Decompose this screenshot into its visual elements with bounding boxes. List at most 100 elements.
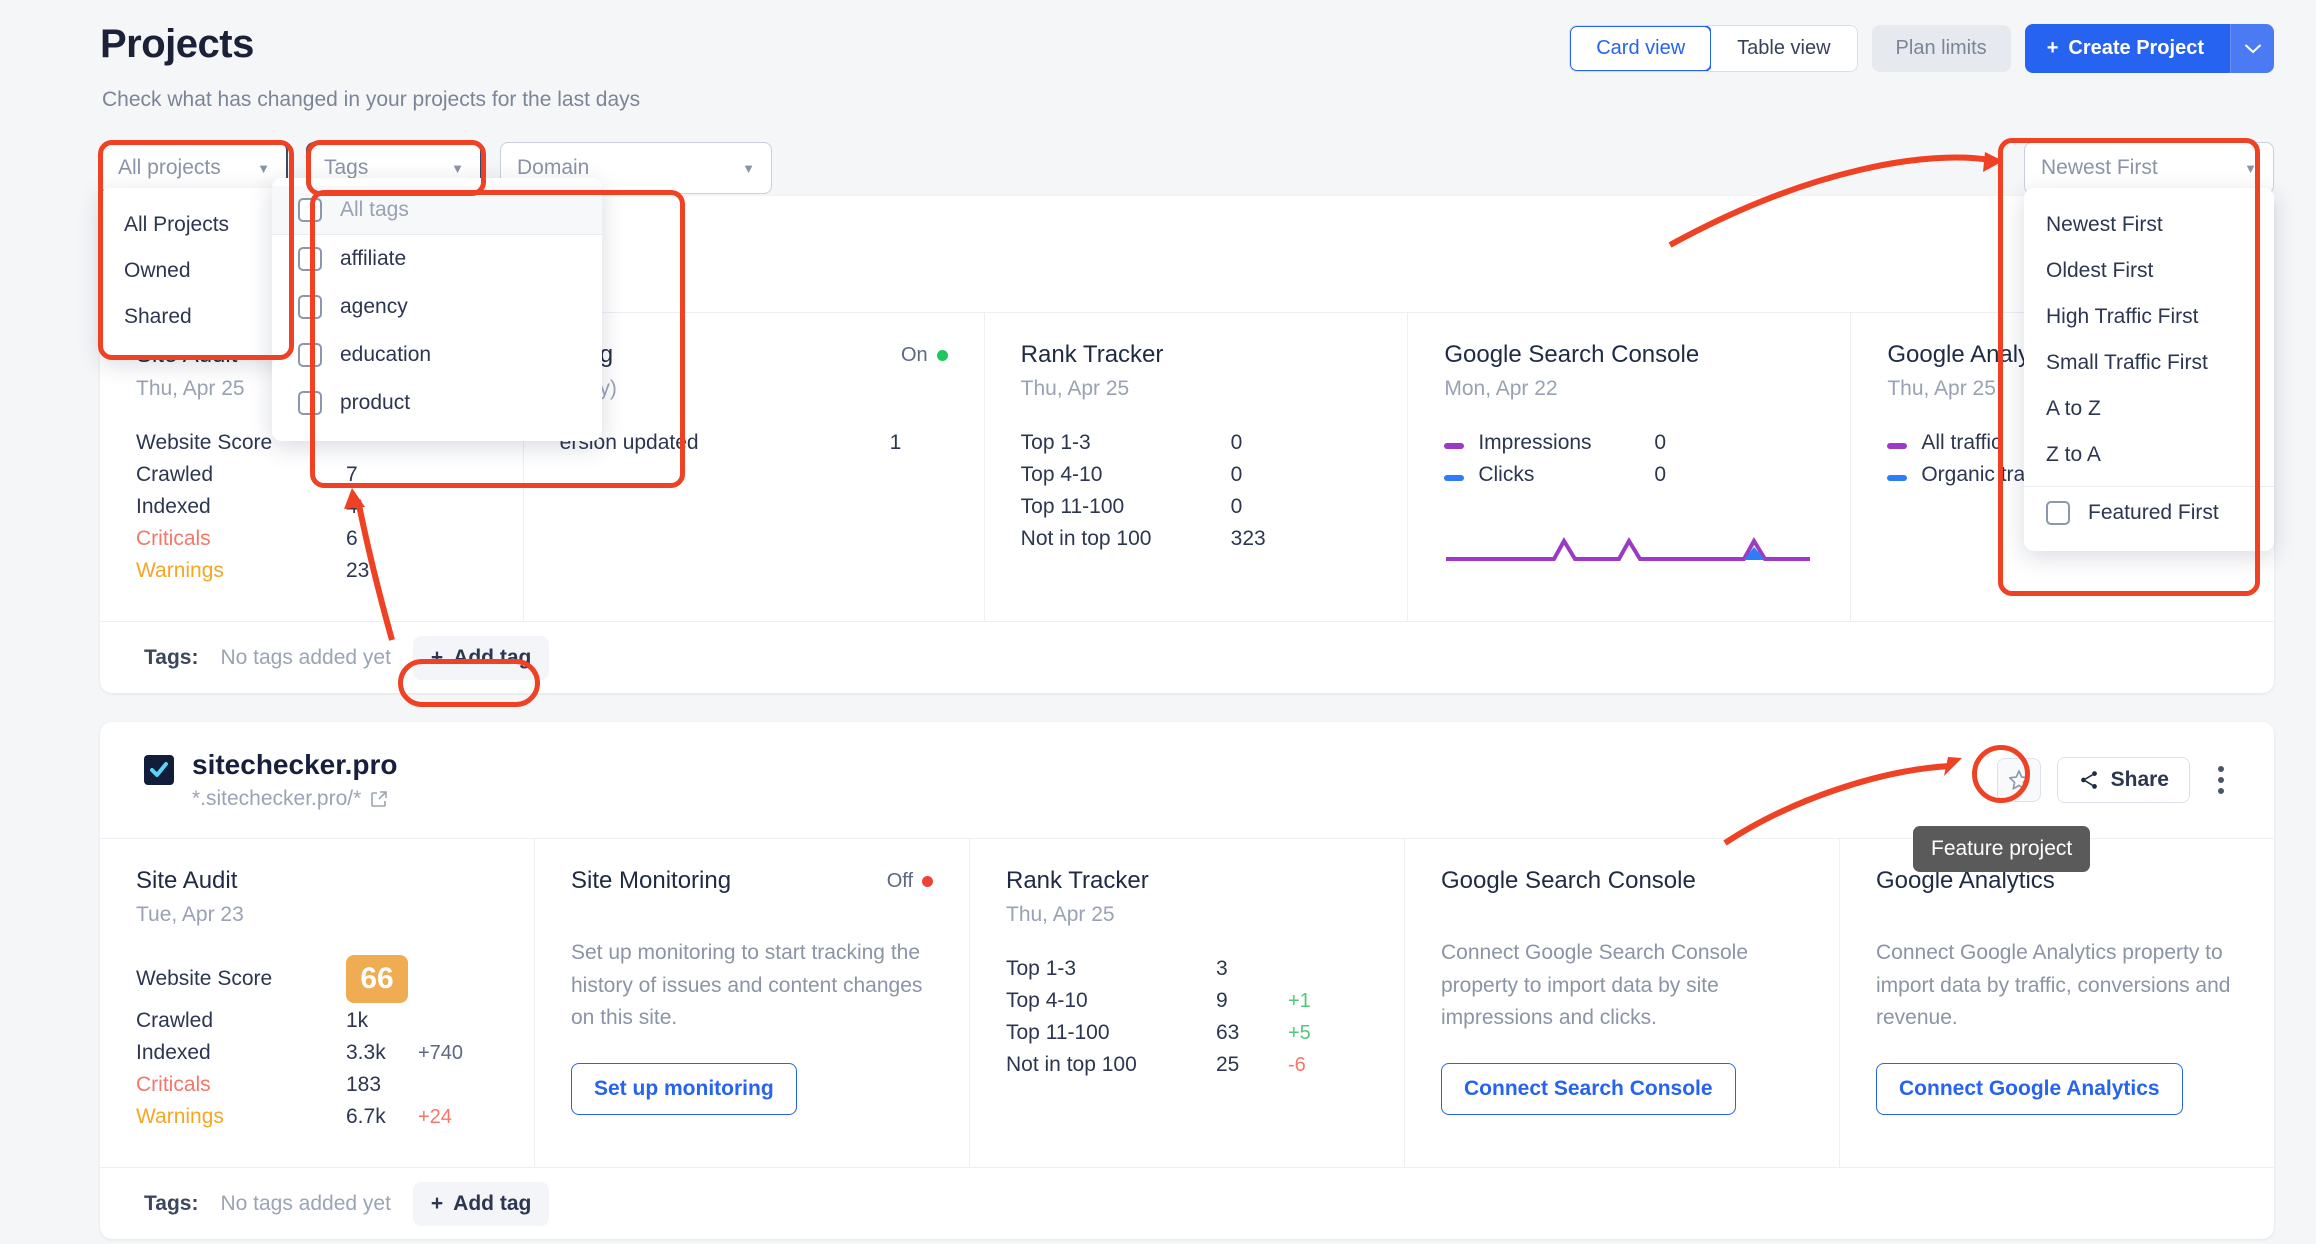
site-monitoring-head: oring On	[560, 341, 948, 369]
star-icon	[2008, 770, 2029, 790]
project-card-2-tags-row: Tags: No tags added yet + Add tag	[100, 1167, 2274, 1239]
indexed-value-2: 3.3k	[346, 1041, 386, 1064]
checkbox-icon[interactable]	[298, 391, 322, 415]
tag-label-product: product	[340, 391, 411, 414]
ga-description: Connect Google Analytics property to imp…	[1876, 941, 2231, 1030]
dropdown-item-shared[interactable]: Shared	[100, 294, 288, 340]
dropdown-item-agency[interactable]: agency	[272, 283, 602, 331]
setup-monitoring-button[interactable]: Set up monitoring	[571, 1062, 797, 1115]
checkbox-icon[interactable]	[298, 343, 322, 367]
checkbox-icon[interactable]	[2046, 501, 2070, 525]
dropdown-item-small-traffic-first[interactable]: Small Traffic First	[2024, 340, 2274, 386]
criticals-label-2: Criticals	[136, 1073, 211, 1096]
site-audit-rows-2: Website Score 66 Crawled 1k Indexed 3.3k…	[136, 953, 498, 1133]
checkbox-icon[interactable]	[298, 198, 322, 222]
create-project-group: + Create Project	[2024, 24, 2274, 73]
dropdown-item-affiliate[interactable]: affiliate	[272, 235, 602, 283]
checkbox-icon[interactable]	[298, 247, 322, 271]
dropdown-item-education[interactable]: education	[272, 331, 602, 379]
dropdown-item-z-to-a[interactable]: Z to A	[2024, 432, 2274, 478]
tab-card-view[interactable]: Card view	[1570, 26, 1713, 71]
create-project-label: Create Project	[2068, 37, 2204, 59]
share-label: Share	[2110, 768, 2169, 791]
criticals-value: 6	[346, 527, 358, 550]
project-url[interactable]: *.sitechecker.pro/*	[192, 787, 397, 811]
table-row: Indexed 3.3k +740	[136, 1037, 498, 1069]
clicks-label: Clicks	[1478, 463, 1535, 486]
all-tags-label: All tags	[340, 198, 409, 221]
no-tags-text-2: No tags added yet	[220, 1191, 391, 1215]
create-project-chevron-down-icon[interactable]	[2230, 24, 2274, 73]
checkmark-glyph	[150, 762, 168, 777]
table-row: Website Score 66	[136, 953, 498, 1005]
top-4-10-label-2: Top 4-10	[1006, 989, 1088, 1012]
warnings-delta: +24	[418, 1105, 452, 1128]
dropdown-item-featured-first[interactable]: Featured First	[2024, 491, 2274, 535]
top-1-3-value-2: 3	[1216, 957, 1228, 980]
indexed-label-2: Indexed	[136, 1041, 211, 1064]
website-score-label-2: Website Score	[136, 967, 273, 990]
dropdown-item-owned[interactable]: Owned	[100, 248, 288, 294]
dropdown-item-high-traffic-first[interactable]: High Traffic First	[2024, 294, 2274, 340]
rank-tracker-column-2: Rank Tracker Thu, Apr 25 Top 1-3 3 Top 4…	[970, 839, 1405, 1167]
chevron-down-icon: ▼	[2244, 160, 2257, 176]
crawled-value-2: 1k	[346, 1009, 369, 1032]
clicks-swatch-icon	[1444, 475, 1465, 481]
site-monitoring-rows: ersion updated 1	[560, 427, 948, 459]
tab-table-view[interactable]: Table view	[1711, 26, 1857, 71]
checkbox-icon[interactable]	[298, 295, 322, 319]
table-row: Not in top 100 323	[1021, 523, 1372, 555]
view-toggle: Card view Table view	[1569, 25, 1858, 72]
plus-icon: +	[430, 1191, 444, 1215]
dropdown-item-oldest-first[interactable]: Oldest First	[2024, 248, 2274, 294]
projects-filter-dropdown: All Projects Owned Shared	[100, 188, 288, 358]
add-tag-button-1[interactable]: + Add tag	[412, 635, 550, 680]
table-row: Warnings 23	[136, 555, 487, 587]
google-analytics-column-2: Google Analytics Connect Google Analytic…	[1840, 839, 2274, 1167]
site-monitoring-head-2: Site Monitoring Off	[571, 867, 933, 895]
connect-google-analytics-button[interactable]: Connect Google Analytics	[1876, 1062, 2183, 1115]
indexed-label: Indexed	[136, 495, 211, 518]
project-identity: sitechecker.pro *.sitechecker.pro/*	[144, 749, 397, 811]
gsc-date: Mon, Apr 22	[1444, 377, 1558, 400]
version-updated-label: ersion updated	[559, 431, 699, 454]
rank-tracker-title: Rank Tracker	[1020, 341, 1164, 368]
table-row: Criticals 183	[136, 1069, 498, 1101]
tags-filter-dropdown: All tags affiliate agency education prod…	[272, 178, 602, 441]
organic-traffic-swatch-icon	[1887, 475, 1908, 481]
project-card-2-metrics: Site Audit Tue, Apr 23 Website Score 66 …	[100, 838, 2274, 1167]
table-row: Top 1-3 3	[1006, 953, 1368, 985]
top-11-100-label-2: Top 11-100	[1006, 1021, 1110, 1044]
sort-select[interactable]: Newest First ▼	[2024, 142, 2274, 194]
chevron-down-icon: ▼	[451, 160, 464, 176]
project-url-text: *.sitechecker.pro/*	[192, 787, 362, 810]
plus-icon: +	[430, 645, 444, 669]
feature-project-star-button[interactable]	[1996, 758, 2041, 802]
add-tag-label-2: Add tag	[453, 1191, 532, 1215]
status-badge-2: Off	[887, 870, 933, 893]
tag-label-agency: agency	[340, 295, 408, 318]
projects-filter-select[interactable]: All projects ▼	[100, 142, 288, 194]
rank-tracker-rows: Top 1-3 0 Top 4-10 0 Top 11-100 0 Not in…	[1021, 427, 1372, 555]
table-row: Warnings 6.7k +24	[136, 1101, 498, 1133]
impressions-label: Impressions	[1478, 431, 1592, 454]
project-name[interactable]: sitechecker.pro	[192, 749, 397, 781]
dropdown-item-product[interactable]: product	[272, 379, 602, 427]
top-11-100-value: 0	[1230, 495, 1243, 518]
top-4-10-delta: +1	[1288, 989, 1311, 1012]
gsc-title-2: Google Search Console	[1441, 867, 1696, 894]
warnings-label-2: Warnings	[136, 1105, 224, 1128]
table-row: Top 1-3 0	[1021, 427, 1372, 459]
more-options-icon[interactable]	[2206, 766, 2236, 794]
connect-search-console-button[interactable]: Connect Search Console	[1441, 1062, 1736, 1115]
dropdown-item-a-to-z[interactable]: A to Z	[2024, 386, 2274, 432]
dropdown-item-newest-first[interactable]: Newest First	[2024, 202, 2274, 248]
dropdown-item-all-tags[interactable]: All tags	[272, 186, 602, 235]
plan-limits-button[interactable]: Plan limits	[1871, 25, 2011, 72]
dropdown-item-all-projects[interactable]: All Projects	[100, 202, 288, 248]
add-tag-button-2[interactable]: + Add tag	[412, 1181, 550, 1226]
share-button[interactable]: Share	[2056, 757, 2190, 803]
all-traffic-swatch-icon	[1887, 443, 1908, 449]
create-project-button[interactable]: + Create Project	[2024, 24, 2230, 73]
impressions-legend: Impressions	[1444, 431, 1654, 455]
